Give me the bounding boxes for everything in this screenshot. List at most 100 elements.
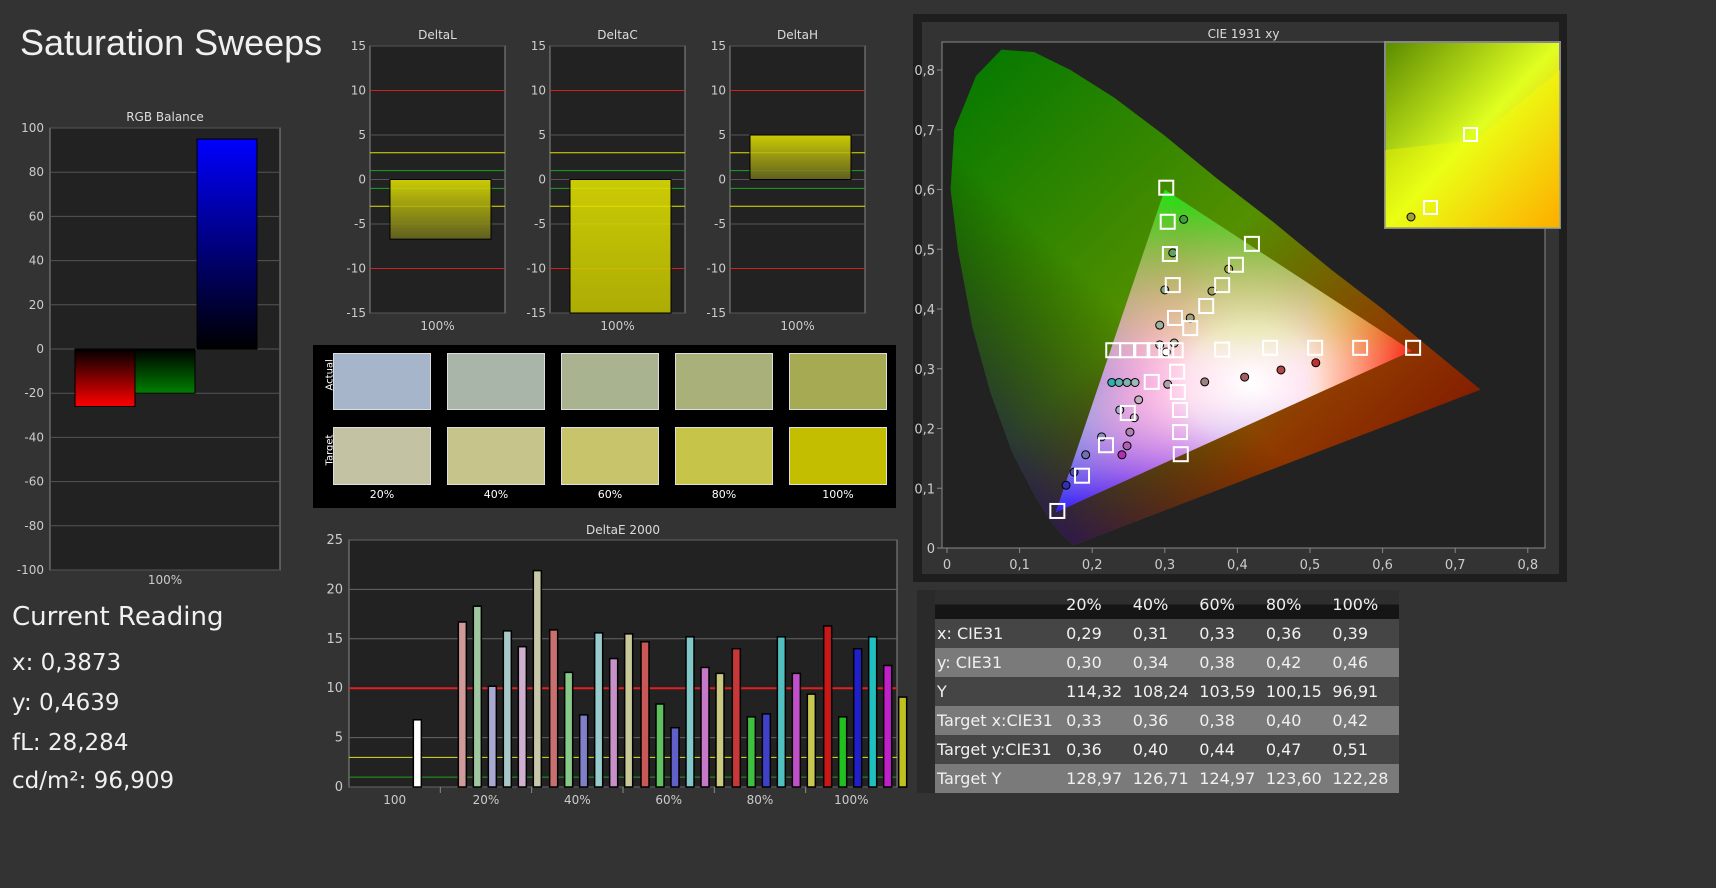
y-tick-label: 0,4 [915,303,935,318]
cell-value: 0,31 [1132,624,1169,643]
cell-value: 0,38 [1199,711,1235,730]
measured-point [1240,372,1250,382]
swatch-label: 60% [597,488,623,501]
actual-swatch [675,353,773,410]
measured-point [1081,450,1091,460]
row-label: Target x:CIE31 [937,711,1053,730]
tick-label: -20 [24,386,44,400]
deltae-bar [761,713,772,788]
header-80: 80% [1265,595,1302,614]
cell-value: 0,47 [1265,740,1302,759]
target-swatch [675,427,773,485]
tick-label: -10 [526,262,546,276]
table-row: y: CIE31 0,30 0,34 0,38 0,42 0,46 [917,648,1399,677]
tick-label: 80 [29,165,44,179]
deltae-bar [563,671,574,788]
reading-fl: fL: 28,284 [12,730,129,756]
tick-label: 0 [358,173,366,187]
table-row: Target Y 128,97 126,71 124,97 123,60 122,28 [917,764,1399,793]
delta-charts: DeltaL 15 10 5 0 -5 -10 -15 100% DeltaC 15 10 5 0 -5 -1… [346,28,866,333]
deltae-bar [472,605,483,788]
x-tick-label: 0 [943,558,951,573]
y-tick-label: 0 [927,542,935,557]
delta-bar [389,179,492,240]
row-label: Target y:CIE31 [937,740,1052,759]
y-tick-label: 0,8 [915,64,935,79]
cell-value: 0,36 [1265,624,1302,643]
deltae-bar [791,672,802,788]
deltae-bar [517,645,528,788]
deltae-bar [776,636,787,788]
deltae-bar [897,696,908,788]
tick-label: 20 [326,582,343,597]
delta-title: DeltaC [597,28,637,42]
cell-value: 123,60 [1265,769,1322,788]
deltae-bar [412,719,423,788]
x-tick-label: 0,6 [1372,558,1393,573]
actual-swatch [561,353,659,410]
deltae-bar [852,647,863,788]
tick-label: 5 [718,128,726,142]
header-20: 20% [1066,595,1102,614]
row-label: x: CIE31 [937,624,1004,643]
table-row: Target y:CIE31 0,36 0,40 0,44 0,47 0,51 [917,735,1399,764]
results-table: 20% 40% 60% 80% 100% x: CIE31 0,29 0,31 0,3… [917,590,1399,793]
tick-label: 100 [21,121,44,135]
measured-point [1125,427,1135,437]
tick-label: -10 [706,262,726,276]
measured-point [1122,377,1132,387]
tick-label: 20 [29,298,44,312]
tick-label: 0 [718,173,726,187]
tick-label: 0 [335,780,343,795]
tick-label: -15 [526,306,546,320]
cell-value: 0,40 [1132,740,1169,759]
category-label: 100% [780,319,814,333]
category-label: 100% [420,319,454,333]
tick-label: 10 [351,84,366,98]
inset-measured-point [1406,212,1416,222]
y-tick-label: 0,7 [915,124,935,139]
deltae-bar [822,625,833,788]
deltae-bar [867,636,878,788]
cell-value: 0,39 [1332,624,1369,643]
actual-swatch [447,353,545,410]
category-label: 100% [148,573,182,587]
cell-value: 124,97 [1199,769,1256,788]
delta-title: DeltaH [777,28,818,42]
deltae-bar [806,693,817,788]
cell-value: 0,38 [1199,653,1235,672]
category-label: 100% [834,793,868,807]
category-label: 100 [383,793,406,807]
cell-value: 0,40 [1265,711,1302,730]
cell-value: 128,97 [1066,769,1123,788]
measured-point [1200,377,1210,387]
cell-value: 0,46 [1332,653,1369,672]
deltae-bar [746,716,757,788]
deltae-bar [731,647,742,788]
category-label: 20% [473,793,500,807]
measured-point [1276,365,1286,375]
cell-value: 108,24 [1132,682,1189,701]
swatch-label: 100% [822,488,854,501]
tick-label: -10 [346,262,366,276]
reading-y: y: 0,4639 [12,690,120,716]
deltae-bar [608,657,619,788]
tick-label: 10 [711,84,726,98]
measured-point [1168,248,1178,258]
target-swatch [333,427,431,485]
measured-point [1179,214,1189,224]
deltae-bar [578,714,589,788]
deltae-bar [670,726,680,788]
measured-point [1114,377,1124,387]
deltae-bar [882,664,893,788]
tick-label: -60 [24,475,44,489]
deltae-bar [655,703,665,788]
y-tick-label: 0,2 [915,423,935,438]
tick-label: 15 [326,632,343,647]
measured-point [1130,377,1140,387]
deltae-bar [593,632,604,788]
measured-point [1155,320,1165,330]
tick-label: 60 [29,209,44,223]
y-tick-label: 0,1 [915,482,935,497]
cie-chart: 0 0,1 0,2 0,3 0,4 0,5 0,6 0,7 0,8 0 0,1 0,2 0,3 0,4 0,… [915,41,1561,573]
